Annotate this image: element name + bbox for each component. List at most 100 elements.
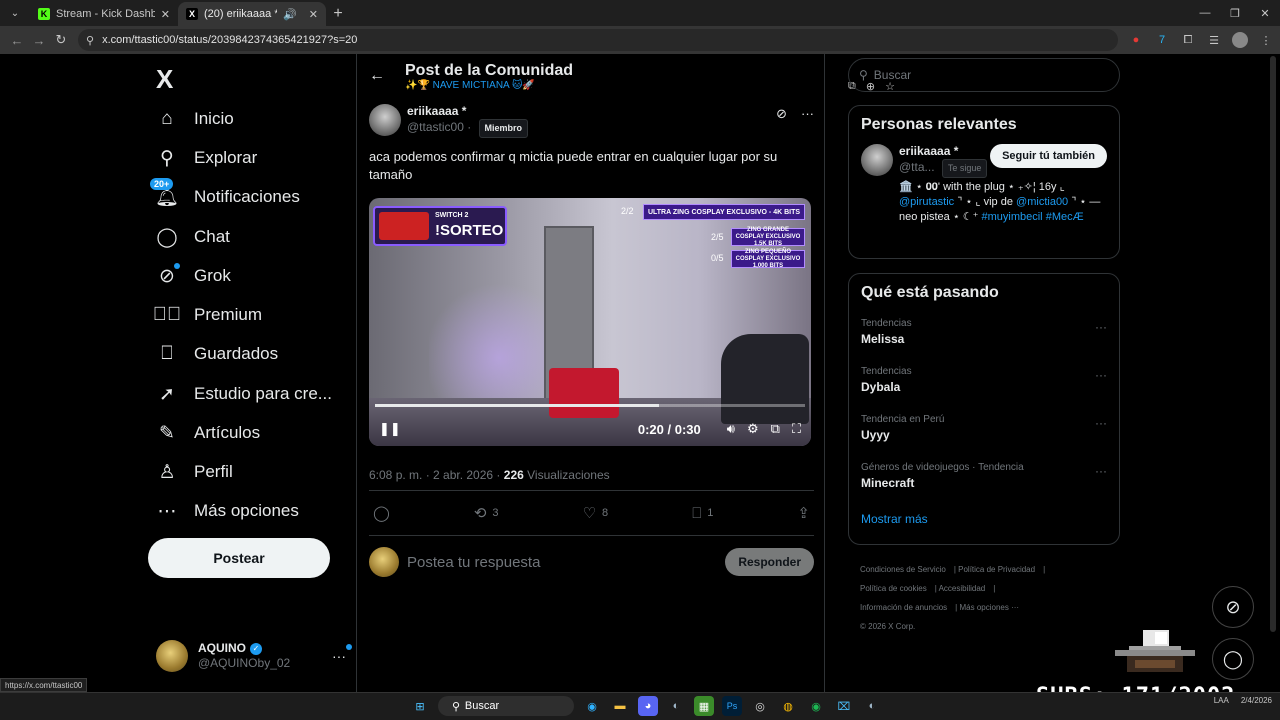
- trend-more-icon[interactable]: ···: [1095, 416, 1107, 430]
- video-player[interactable]: SWITCH 2 !SORTEO 2/2 ULTRA ZING COSPLAY …: [369, 198, 811, 446]
- chrome-icon[interactable]: ◍: [778, 696, 798, 716]
- spotify-icon[interactable]: ◉: [806, 696, 826, 716]
- obs-icon[interactable]: ◎: [750, 696, 770, 716]
- grok-icon[interactable]: ⊘: [776, 106, 787, 122]
- video-progress-bar[interactable]: [375, 404, 805, 407]
- bio-mention-link[interactable]: @pirutastic: [899, 196, 954, 208]
- post-more-icon[interactable]: ···: [801, 106, 814, 122]
- windows-start-icon[interactable]: ⊞: [410, 696, 430, 716]
- avatar[interactable]: [861, 144, 893, 176]
- audio-icon[interactable]: 🔊: [283, 8, 297, 21]
- media-controls-icon[interactable]: ☰: [1206, 32, 1222, 48]
- profile-avatar-icon[interactable]: [1232, 32, 1248, 48]
- reply-button[interactable]: ◯: [373, 504, 390, 522]
- tab-search-button[interactable]: ⌄: [4, 2, 26, 24]
- trend-more-icon[interactable]: ···: [1095, 368, 1107, 382]
- author-handle[interactable]: @ttastic00: [407, 120, 464, 134]
- reload-icon[interactable]: ↻: [50, 29, 72, 51]
- nav-item-guardados[interactable]: ⎕ Guardados: [140, 334, 278, 374]
- clock-date[interactable]: 2/4/2026: [1241, 695, 1272, 707]
- nav-item-chat[interactable]: ◯ Chat: [140, 217, 230, 257]
- terms-link[interactable]: Condiciones de Servicio: [860, 565, 946, 574]
- back-arrow-icon[interactable]: ←: [369, 67, 385, 85]
- taskbar-search[interactable]: ⚲ Buscar: [438, 696, 574, 716]
- extension-red-icon[interactable]: ●: [1128, 32, 1144, 48]
- extension-7tv-icon[interactable]: 7: [1154, 32, 1170, 48]
- new-tab-button[interactable]: +: [326, 2, 350, 26]
- messages-fab-button[interactable]: ◯: [1212, 638, 1254, 680]
- follow-back-button[interactable]: Seguir tú también: [990, 144, 1107, 168]
- pip-icon[interactable]: ⧉: [771, 421, 780, 437]
- close-window-icon[interactable]: ✕: [1250, 0, 1280, 26]
- trend-more-icon[interactable]: ···: [1095, 464, 1107, 478]
- community-name-link[interactable]: ✨🏆 NAVE MICTIANA 🐱🚀: [405, 80, 573, 91]
- maximize-icon[interactable]: ❐: [1220, 0, 1250, 26]
- nav-item-premium[interactable]: ✓⃝ Premium: [140, 295, 262, 335]
- nav-item-grok[interactable]: ⊘ Grok: [140, 256, 231, 296]
- search-input[interactable]: ⚲ Buscar: [848, 58, 1120, 92]
- close-tab-icon[interactable]: ✕: [161, 8, 170, 21]
- browser-tab-x[interactable]: X (20) eriikaaaa * en X: "aca p 🔊 ✕: [178, 2, 326, 26]
- site-info-icon[interactable]: ⚲: [86, 34, 94, 47]
- ads-info-link[interactable]: Información de anuncios: [860, 603, 947, 612]
- nav-item-articulos[interactable]: ✎ Artículos: [140, 413, 260, 453]
- trend-item[interactable]: Géneros de videojuegos · Tendencia Minec…: [849, 456, 1119, 504]
- nav-item-mas-opciones[interactable]: ⋯ Más opciones: [140, 491, 299, 531]
- browser-tab-kick[interactable]: K Stream - Kick Dashboard ✕: [30, 2, 178, 26]
- volume-icon[interactable]: 🔊︎: [727, 421, 735, 437]
- reply-submit-button[interactable]: Responder: [725, 548, 814, 576]
- nav-item-inicio[interactable]: ⌂ Inicio: [140, 99, 233, 139]
- author-name[interactable]: eriikaaaa *: [407, 104, 466, 118]
- trend-more-icon[interactable]: ···: [1095, 320, 1107, 334]
- fullscreen-icon[interactable]: ⛶: [792, 421, 801, 437]
- nav-item-explorar[interactable]: ⚲ Explorar: [140, 138, 257, 178]
- pause-icon[interactable]: ❚❚: [379, 421, 401, 437]
- edge-icon[interactable]: ◉: [582, 696, 602, 716]
- share-button[interactable]: ⇪: [797, 504, 810, 522]
- show-more-link[interactable]: Mostrar más: [849, 504, 1119, 538]
- bio-hashtag-link[interactable]: #MecÆ: [1046, 211, 1084, 223]
- avatar[interactable]: [369, 104, 401, 136]
- post-timestamp[interactable]: 6:08 p. m. · 2 abr. 2026 ·: [369, 468, 500, 482]
- discord-icon[interactable]: ◕: [638, 696, 658, 716]
- accessibility-link[interactable]: Accesibilidad: [939, 584, 986, 593]
- nav-item-perfil[interactable]: ♙ Perfil: [140, 452, 232, 492]
- x-logo-icon[interactable]: X: [156, 64, 173, 95]
- privacy-link[interactable]: Política de Privacidad: [958, 565, 1035, 574]
- back-icon[interactable]: ←: [6, 29, 28, 51]
- nav-item-notificaciones[interactable]: 🔔︎ 20+ Notificaciones: [140, 177, 300, 217]
- account-switcher[interactable]: AQUINO ✓ @AQUINOby_02 ···: [156, 638, 352, 674]
- repost-button[interactable]: ⟲ 3: [474, 504, 499, 522]
- input-language[interactable]: LAA: [1214, 695, 1229, 707]
- page-scrollbar[interactable]: [1270, 56, 1276, 632]
- nav-item-estudio[interactable]: ➚ Estudio para cre...: [140, 374, 332, 414]
- bookmark-button[interactable]: ⎕ 1: [692, 505, 713, 522]
- address-bar[interactable]: ⚲ x.com/ttastic00/status/203984237436542…: [78, 29, 1118, 93]
- minimize-icon[interactable]: —: [1190, 0, 1220, 26]
- person-handle[interactable]: @tta...: [899, 160, 935, 174]
- steam-tray-icon[interactable]: ◐: [862, 696, 882, 716]
- steam-icon[interactable]: ◐: [666, 696, 686, 716]
- post-button[interactable]: Postear: [148, 538, 330, 578]
- trend-item[interactable]: Tendencias Melissa ···: [849, 312, 1119, 360]
- account-more-icon[interactable]: ···: [332, 644, 352, 664]
- trend-item[interactable]: Tendencias Dybala ···: [849, 360, 1119, 408]
- file-explorer-icon[interactable]: ▬: [610, 696, 630, 716]
- forward-icon[interactable]: →: [28, 29, 50, 51]
- person-name[interactable]: eriikaaaa *: [899, 144, 958, 158]
- trend-item[interactable]: Tendencia en Perú Uyyy ···: [849, 408, 1119, 456]
- cookies-link[interactable]: Política de cookies: [860, 584, 927, 593]
- close-tab-icon[interactable]: ✕: [309, 8, 318, 21]
- bio-mention-link[interactable]: @mictia00: [1016, 196, 1068, 208]
- chrome-menu-icon[interactable]: ⋮: [1258, 32, 1274, 48]
- reply-input[interactable]: Postea tu respuesta: [407, 554, 540, 571]
- like-button[interactable]: ♡ 8: [583, 504, 609, 522]
- settings-gear-icon[interactable]: ⚙: [747, 421, 759, 437]
- app-icon[interactable]: ⌧: [834, 696, 854, 716]
- extensions-puzzle-icon[interactable]: ⧠: [1180, 32, 1196, 48]
- grok-fab-button[interactable]: ⊘: [1212, 586, 1254, 628]
- photoshop-icon[interactable]: Ps: [722, 696, 742, 716]
- minecraft-icon[interactable]: ▦: [694, 696, 714, 716]
- bio-hashtag-link[interactable]: #muyimbecil: [982, 211, 1043, 223]
- more-options-link[interactable]: Más opciones ···: [959, 603, 1019, 612]
